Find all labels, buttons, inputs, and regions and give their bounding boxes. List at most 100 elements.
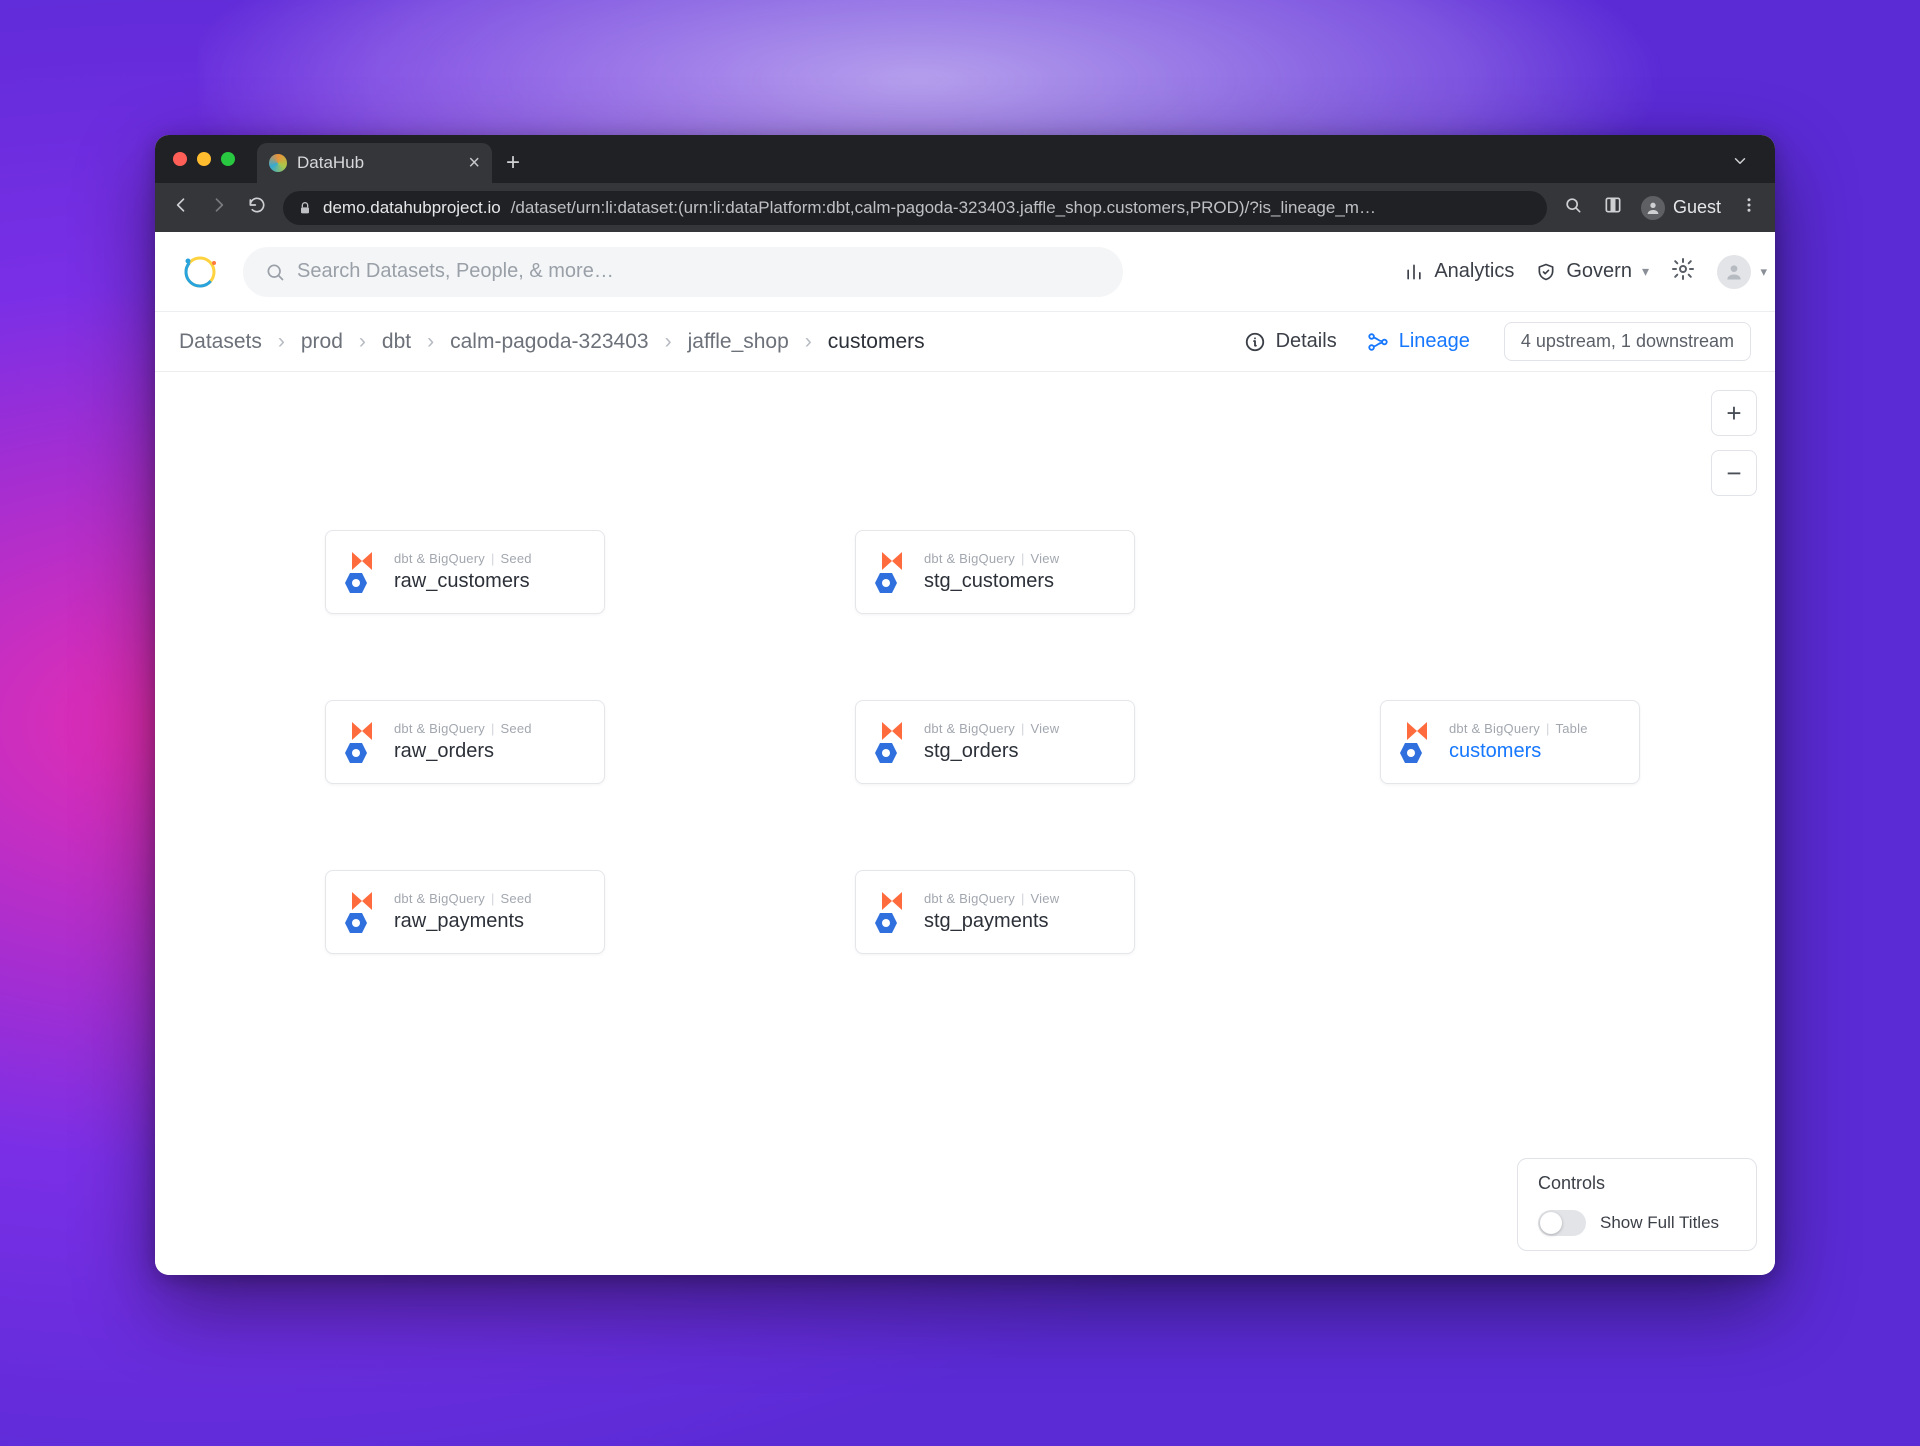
node-platforms: dbt & BigQuery|View xyxy=(924,891,1059,906)
breadcrumb-item[interactable]: dbt xyxy=(382,330,411,354)
datahub-logo[interactable] xyxy=(179,251,221,293)
address-bar[interactable]: demo.datahubproject.io/dataset/urn:li:da… xyxy=(283,191,1547,225)
gear-icon xyxy=(1671,257,1695,281)
dbt-icon xyxy=(348,890,376,912)
node-platforms: dbt & BigQuery|Seed xyxy=(394,891,532,906)
node-title: customers xyxy=(1449,740,1588,763)
lineage-edges xyxy=(155,372,455,522)
lineage-node-stg-payments[interactable]: dbt & BigQuery|View stg_payments xyxy=(855,870,1135,954)
browser-tabstrip: DataHub × + xyxy=(155,135,1775,183)
browser-window: DataHub × + demo.datahubproject.io/datas xyxy=(155,135,1775,1275)
node-title: stg_payments xyxy=(924,910,1059,933)
controls-title: Controls xyxy=(1538,1173,1736,1194)
profile-label: Guest xyxy=(1673,197,1721,218)
lineage-tab[interactable]: Lineage xyxy=(1367,330,1470,353)
window-close-button[interactable] xyxy=(173,152,187,166)
breadcrumb-separator: › xyxy=(423,330,438,354)
lineage-icon xyxy=(1367,331,1389,353)
browser-menu-button[interactable] xyxy=(1737,196,1761,219)
bar-chart-icon xyxy=(1404,262,1424,282)
zoom-in-button[interactable]: + xyxy=(1711,390,1757,436)
show-full-titles-toggle[interactable] xyxy=(1538,1210,1586,1236)
browser-tab[interactable]: DataHub × xyxy=(257,143,492,183)
analytics-nav[interactable]: Analytics xyxy=(1404,260,1514,283)
settings-button[interactable] xyxy=(1671,257,1695,286)
bigquery-icon xyxy=(874,912,898,934)
lineage-node-customers[interactable]: dbt & BigQuery|Table customers xyxy=(1380,700,1640,784)
window-maximize-button[interactable] xyxy=(221,152,235,166)
breadcrumb-current: customers xyxy=(828,330,925,354)
node-platforms: dbt & BigQuery|View xyxy=(924,721,1059,736)
breadcrumb-separator: › xyxy=(355,330,370,354)
bigquery-icon xyxy=(1399,742,1423,764)
dataset-toolbar: Datasets › prod › dbt › calm-pagoda-323403 ›… xyxy=(155,312,1775,372)
govern-label: Govern xyxy=(1566,260,1632,283)
breadcrumb-item[interactable]: jaffle_shop xyxy=(688,330,789,354)
lineage-summary-pill[interactable]: 4 upstream, 1 downstream xyxy=(1504,322,1751,361)
profile-avatar-icon xyxy=(1641,196,1665,220)
lineage-canvas[interactable]: dbt & BigQuery|Seed raw_customers dbt & … xyxy=(155,372,1775,1275)
breadcrumb-separator: › xyxy=(661,330,676,354)
url-path: /dataset/urn:li:dataset:(urn:li:dataPlat… xyxy=(511,198,1376,218)
chevron-down-icon: ▾ xyxy=(1760,264,1767,280)
nav-back-button[interactable] xyxy=(169,195,193,220)
lineage-node-raw-orders[interactable]: dbt & BigQuery|Seed raw_orders xyxy=(325,700,605,784)
chevron-down-icon: ▾ xyxy=(1642,263,1649,280)
user-menu[interactable]: ▾ xyxy=(1717,255,1751,289)
node-platforms: dbt & BigQuery|Table xyxy=(1449,721,1588,736)
search-icon xyxy=(265,262,285,282)
lineage-node-raw-payments[interactable]: dbt & BigQuery|Seed raw_payments xyxy=(325,870,605,954)
breadcrumb-separator: › xyxy=(801,330,816,354)
url-host: demo.datahubproject.io xyxy=(323,198,501,218)
tab-close-button[interactable]: × xyxy=(468,153,480,173)
nav-forward-button[interactable] xyxy=(207,195,231,220)
lineage-node-stg-customers[interactable]: dbt & BigQuery|View stg_customers xyxy=(855,530,1135,614)
bigquery-icon xyxy=(874,572,898,594)
browser-toolbar: demo.datahubproject.io/dataset/urn:li:da… xyxy=(155,183,1775,232)
dbt-icon xyxy=(878,890,906,912)
global-search[interactable]: Search Datasets, People, & more… xyxy=(243,247,1123,297)
breadcrumb-item[interactable]: Datasets xyxy=(179,330,262,354)
bigquery-icon xyxy=(874,742,898,764)
analytics-label: Analytics xyxy=(1434,260,1514,283)
tab-title: DataHub xyxy=(297,153,364,173)
lineage-node-raw-customers[interactable]: dbt & BigQuery|Seed raw_customers xyxy=(325,530,605,614)
lineage-label: Lineage xyxy=(1399,330,1470,353)
node-platforms: dbt & BigQuery|View xyxy=(924,551,1059,566)
dbt-icon xyxy=(1403,720,1431,742)
node-title: raw_orders xyxy=(394,740,532,763)
node-title: raw_customers xyxy=(394,570,532,593)
profile-button[interactable]: Guest xyxy=(1641,196,1721,220)
app-header: Search Datasets, People, & more… Analyti… xyxy=(155,232,1775,312)
details-label: Details xyxy=(1276,330,1337,353)
info-icon xyxy=(1244,331,1266,353)
bigquery-icon xyxy=(344,572,368,594)
tab-favicon xyxy=(269,154,287,172)
govern-nav[interactable]: Govern ▾ xyxy=(1536,260,1649,283)
dbt-icon xyxy=(348,550,376,572)
node-platforms: dbt & BigQuery|Seed xyxy=(394,721,532,736)
bigquery-icon xyxy=(344,912,368,934)
search-placeholder: Search Datasets, People, & more… xyxy=(297,260,614,283)
tabs-dropdown-button[interactable] xyxy=(1715,152,1765,183)
shield-check-icon xyxy=(1536,262,1556,282)
bigquery-icon xyxy=(344,742,368,764)
details-tab[interactable]: Details xyxy=(1244,330,1337,353)
window-controls xyxy=(165,135,245,183)
zoom-indicator-button[interactable] xyxy=(1561,195,1585,220)
user-avatar-icon xyxy=(1724,262,1744,282)
lineage-node-stg-orders[interactable]: dbt & BigQuery|View stg_orders xyxy=(855,700,1135,784)
dbt-icon xyxy=(878,720,906,742)
node-title: stg_customers xyxy=(924,570,1059,593)
nav-reload-button[interactable] xyxy=(245,195,269,220)
breadcrumb-item[interactable]: calm-pagoda-323403 xyxy=(450,330,648,354)
zoom-controls: + − xyxy=(1711,390,1757,496)
window-minimize-button[interactable] xyxy=(197,152,211,166)
new-tab-button[interactable]: + xyxy=(492,149,534,183)
node-title: raw_payments xyxy=(394,910,532,933)
lock-icon xyxy=(297,200,313,216)
breadcrumb-item[interactable]: prod xyxy=(301,330,343,354)
zoom-out-button[interactable]: − xyxy=(1711,450,1757,496)
node-title: stg_orders xyxy=(924,740,1059,763)
extensions-button[interactable] xyxy=(1601,195,1625,220)
